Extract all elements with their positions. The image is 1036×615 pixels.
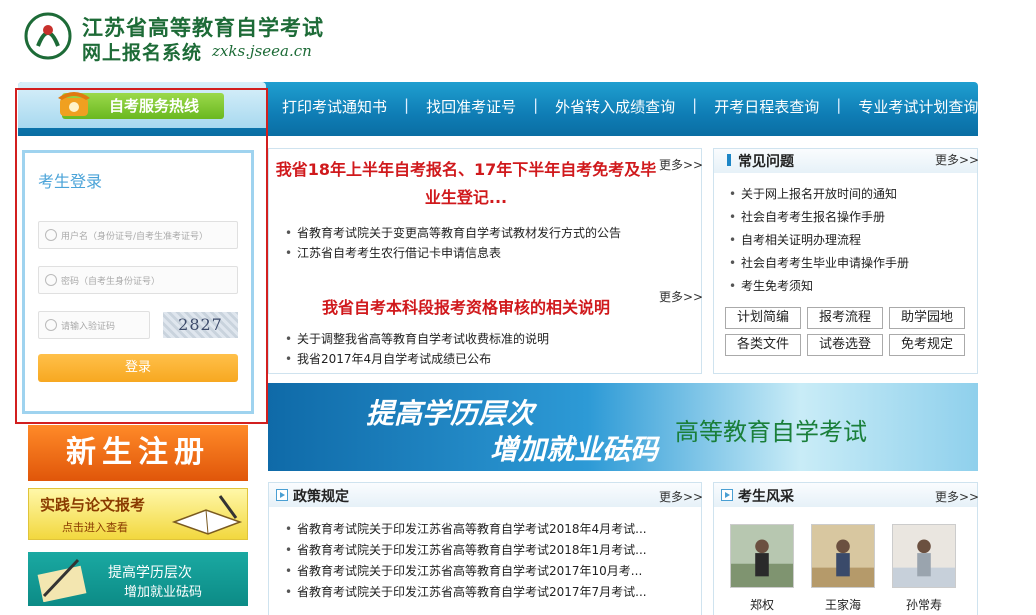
promo-banner-right: 高等教育自学考试	[675, 418, 867, 446]
register-banner[interactable]: 新生注册	[28, 425, 248, 481]
list-item[interactable]: 自考相关证明办理流程	[727, 229, 909, 252]
news-more-link-1[interactable]: 更多>>	[659, 156, 703, 173]
lock-icon	[45, 274, 57, 286]
shield-icon	[45, 319, 57, 331]
students-title: 考生风采	[738, 489, 794, 505]
user-icon	[45, 229, 57, 241]
student-photo[interactable]	[892, 524, 956, 588]
nav-transfer-score[interactable]: 外省转入成绩查询	[555, 96, 675, 117]
list-item[interactable]: 关于调整我省高等教育自学考试收费标准的说明	[283, 329, 549, 349]
nav-print-notice[interactable]: 打印考试通知书	[282, 96, 387, 117]
site-header: 江苏省高等教育自学考试 网上报名系统 zxks.jseea.cn	[0, 0, 1036, 80]
pen-icon	[37, 558, 87, 602]
list-item[interactable]: 我省2017年4月自学考试成绩已公布	[283, 349, 549, 369]
list-item[interactable]: 省教育考试院关于印发江苏省高等教育自学考试2018年1月考试...	[283, 540, 647, 561]
list-item[interactable]: 考生免考须知	[727, 275, 909, 298]
nav-separator: |	[533, 96, 539, 114]
faq-title: 常见问题	[738, 154, 794, 170]
captcha-placeholder: 请输入验证码	[61, 322, 116, 332]
faq-list: 关于网上报名开放时间的通知 社会自考考生报名操作手册 自考相关证明办理流程 社会…	[727, 183, 909, 298]
edu-banner-line1: 提高学历层次	[108, 565, 192, 581]
nav-links: 打印考试通知书 | 找回准考证号 | 外省转入成绩查询 | 开考日程表查询 | …	[282, 96, 978, 117]
password-input[interactable]: 密码（自考生身份证号）	[38, 266, 238, 294]
list-item[interactable]: 关于网上报名开放时间的通知	[727, 183, 909, 206]
site-url: zxks.jseea.cn	[212, 42, 312, 60]
password-placeholder: 密码（自考生身份证号）	[61, 277, 161, 287]
list-item[interactable]: 社会自考考生报名操作手册	[727, 206, 909, 229]
list-item[interactable]: 省教育考试院关于印发江苏省高等教育自学考试2017年7月考试...	[283, 582, 647, 603]
site-subtitle: 网上报名系统	[82, 42, 203, 64]
policy-more-link[interactable]: 更多>>	[659, 488, 703, 505]
nav-separator: |	[404, 96, 410, 114]
student-name[interactable]: 王家海	[811, 596, 875, 613]
news-list-1: 省教育考试院关于变更高等教育自学考试教材发行方式的公告 江苏省自考考生农行借记卡…	[283, 223, 621, 263]
students-more-link[interactable]: 更多>>	[935, 488, 979, 505]
policy-list: 省教育考试院关于印发江苏省高等教育自学考试2018年4月考试... 省教育考试院…	[283, 519, 647, 603]
username-placeholder: 用户名（身份证号/自考生准考证号）	[61, 232, 209, 242]
logo-icon	[24, 12, 72, 60]
nav-exam-schedule[interactable]: 开考日程表查询	[714, 96, 819, 117]
news-more-link-2[interactable]: 更多>>	[659, 288, 703, 305]
nav-major-plan[interactable]: 专业考试计划查询	[858, 96, 978, 117]
list-item[interactable]: 省教育考试院关于印发江苏省高等教育自学考试2017年10月考...	[283, 561, 647, 582]
arrow-box-icon	[276, 489, 288, 501]
student-photo[interactable]	[730, 524, 794, 588]
student-photo[interactable]	[811, 524, 875, 588]
faq-button-study[interactable]: 助学园地	[889, 307, 965, 329]
nav-separator: |	[692, 96, 698, 114]
edu-banner-line2: 增加就业砝码	[124, 585, 203, 600]
login-title: 考生登录	[38, 172, 103, 191]
login-button[interactable]: 登录	[38, 354, 238, 382]
faq-title-marker	[727, 154, 731, 166]
list-item[interactable]: 省教育考试院关于变更高等教育自学考试教材发行方式的公告	[283, 223, 621, 243]
list-item[interactable]: 江苏省自考考生农行借记卡申请信息表	[283, 243, 621, 263]
faq-button-papers[interactable]: 试卷选登	[807, 334, 883, 356]
faq-more-link[interactable]: 更多>>	[935, 151, 979, 168]
policy-title: 政策规定	[293, 489, 349, 505]
practice-banner-sub: 点击进入查看	[62, 521, 128, 534]
promo-banner-line2: 增加就业砝码	[490, 433, 659, 466]
faq-button-process[interactable]: 报考流程	[807, 307, 883, 329]
promo-banner-line1: 提高学历层次	[366, 397, 535, 430]
student-name[interactable]: 孙常寿	[892, 596, 956, 613]
captcha-image[interactable]: 2827	[163, 312, 238, 338]
list-item[interactable]: 省教育考试院关于印发江苏省高等教育自学考试2018年4月考试...	[283, 519, 647, 540]
faq-button-exempt[interactable]: 免考规定	[889, 334, 965, 356]
nav-find-ticket[interactable]: 找回准考证号	[426, 96, 516, 117]
arrow-box-icon	[721, 489, 733, 501]
faq-button-plan[interactable]: 计划简编	[725, 307, 801, 329]
practice-banner-title: 实践与论文报考	[40, 496, 146, 514]
nav-separator: |	[836, 96, 842, 114]
news-headline-2[interactable]: 我省自考本科段报考资格审核的相关说明	[274, 294, 658, 318]
faq-button-files[interactable]: 各类文件	[725, 334, 801, 356]
student-name[interactable]: 郑权	[730, 596, 794, 613]
news-headline-1[interactable]: 我省18年上半年自考报名、17年下半年自考免考及毕业生登记...	[274, 156, 658, 212]
username-input[interactable]: 用户名（身份证号/自考生准考证号）	[38, 221, 238, 249]
book-icon	[171, 495, 243, 535]
news-list-2: 关于调整我省高等教育自学考试收费标准的说明 我省2017年4月自学考试成绩已公布	[283, 329, 549, 369]
list-item[interactable]: 社会自考考生毕业申请操作手册	[727, 252, 909, 275]
captcha-input[interactable]: 请输入验证码	[38, 311, 150, 339]
